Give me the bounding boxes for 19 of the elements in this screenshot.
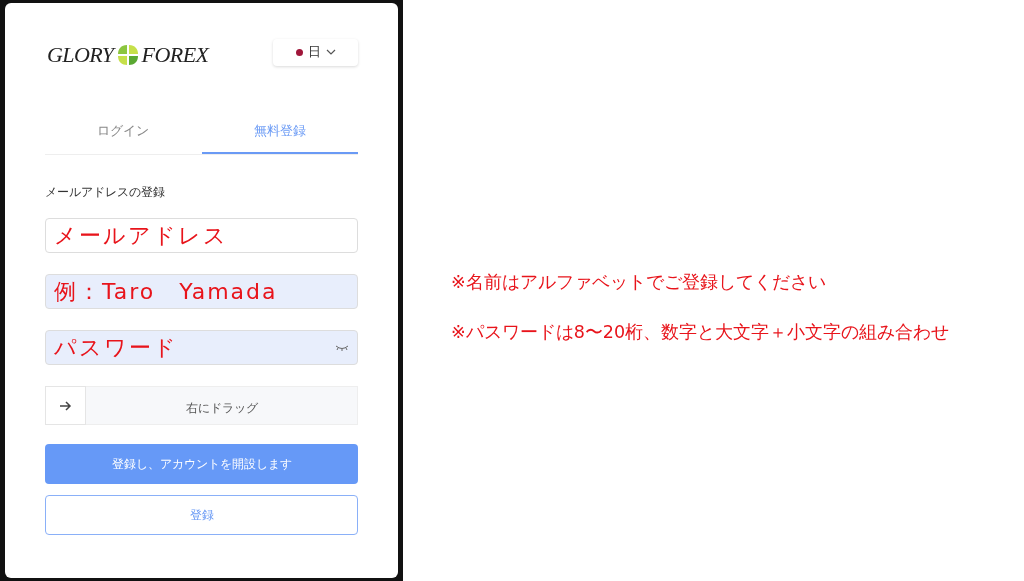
language-selector[interactable]: 日 bbox=[273, 38, 358, 66]
logo-text: FOREX bbox=[141, 41, 209, 69]
slider-handle[interactable] bbox=[45, 386, 86, 425]
note-text: ※名前はアルファベットでご登録してください bbox=[451, 272, 827, 294]
input-field[interactable]: メールアドレス bbox=[45, 218, 358, 253]
chevron-down-icon bbox=[325, 48, 336, 56]
tab[interactable]: ログイン bbox=[45, 109, 202, 154]
section-label: メールアドレスの登録 bbox=[45, 184, 166, 201]
arrow-right-icon bbox=[59, 400, 72, 411]
register-button[interactable]: 登録 bbox=[45, 495, 358, 535]
closed-eye-icon[interactable] bbox=[335, 343, 349, 352]
clover-icon bbox=[115, 42, 140, 67]
slider-label: 右にドラッグ bbox=[184, 399, 259, 417]
logo-text: GLORY bbox=[47, 41, 114, 69]
open-account-button[interactable]: 登録し、アカウントを開設します bbox=[45, 444, 358, 484]
input-field[interactable]: 例：Taro Yamada bbox=[45, 274, 358, 309]
password-field[interactable]: パスワード bbox=[45, 330, 358, 365]
note-text: ※パスワードは8〜20桁、数字と大文字＋小文字の組み合わせ bbox=[451, 321, 950, 344]
tab[interactable]: 無料登録 bbox=[201, 109, 358, 154]
